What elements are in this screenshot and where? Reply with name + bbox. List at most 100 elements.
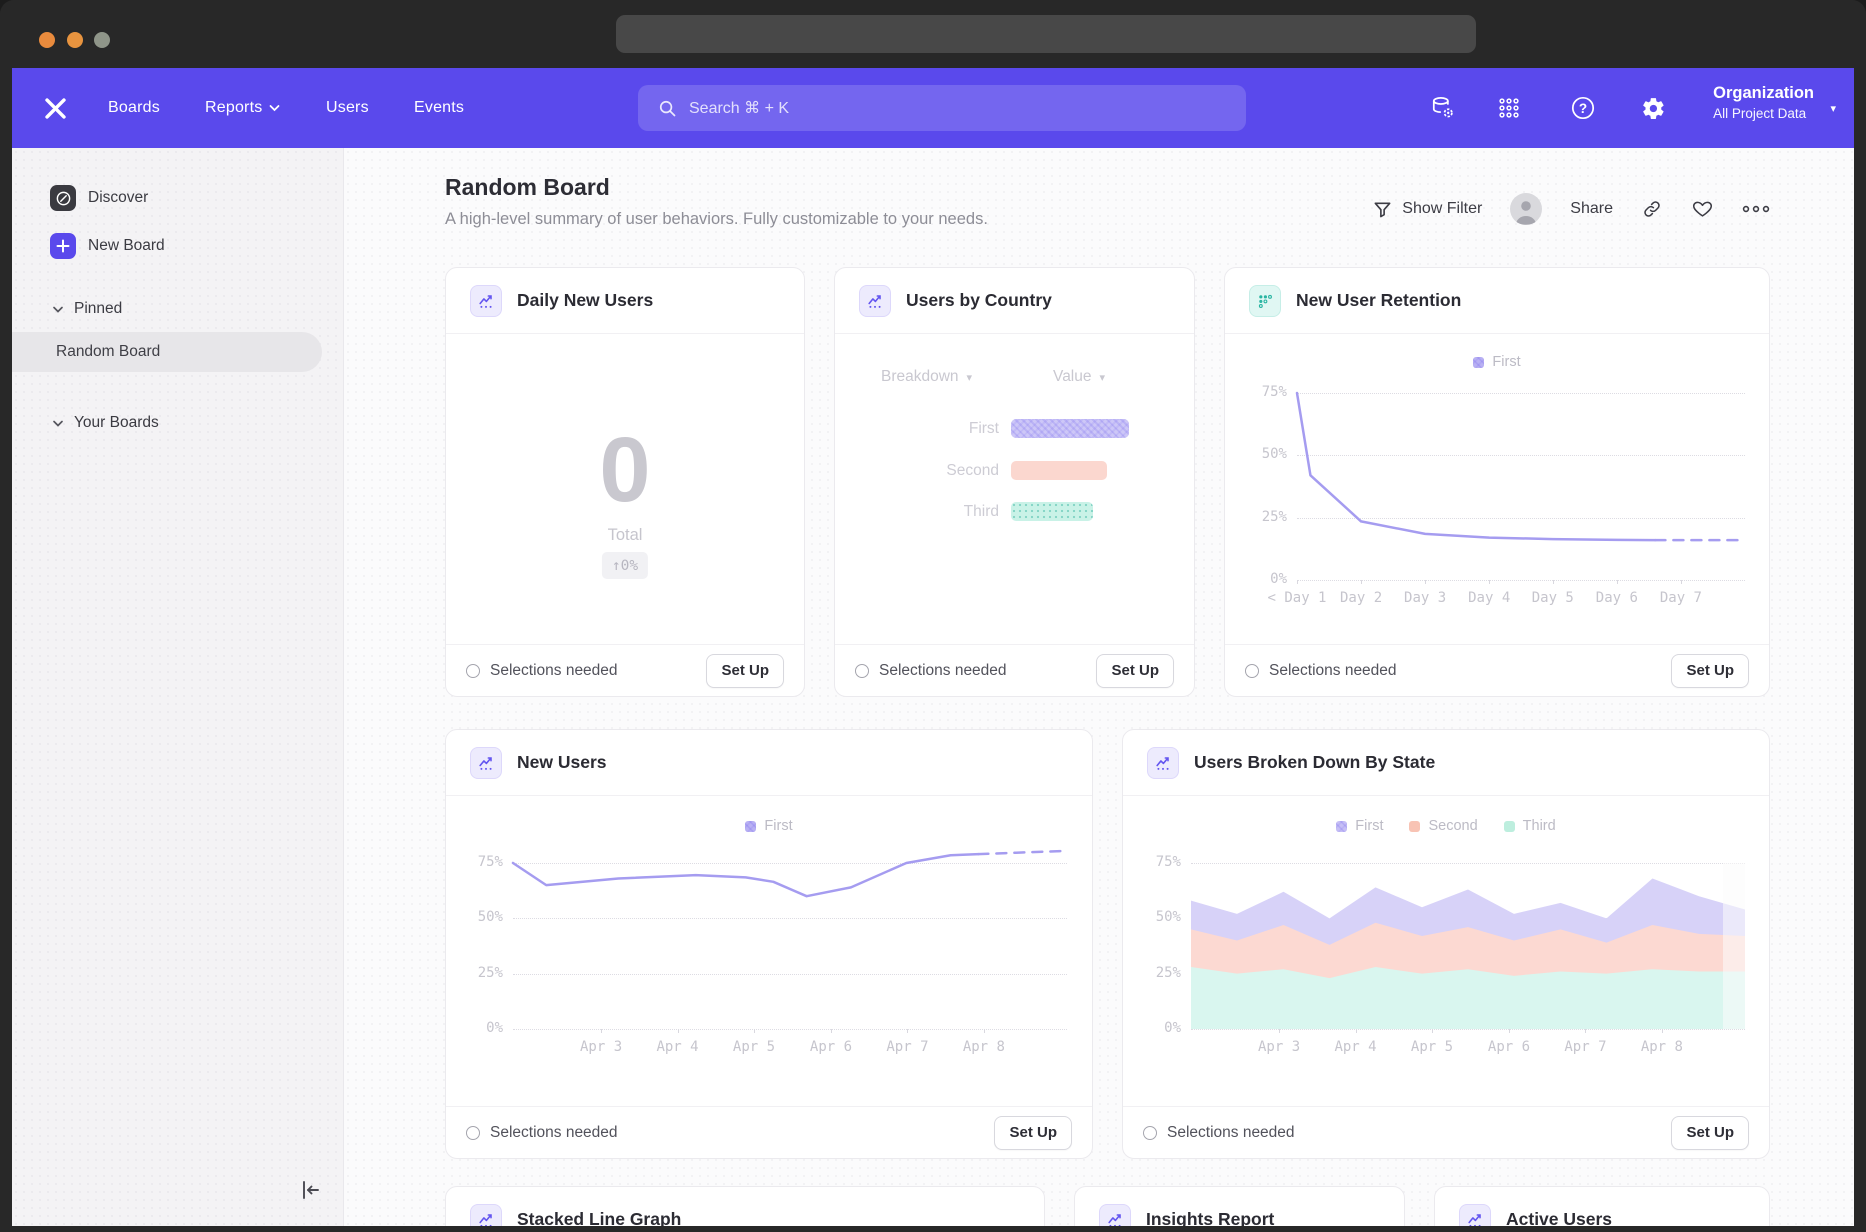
show-filter-label: Show Filter	[1402, 200, 1482, 218]
collapse-sidebar-icon[interactable]	[292, 1172, 328, 1208]
selections-needed-status: Selections needed	[1143, 1124, 1295, 1142]
line-chart-svg	[1297, 393, 1745, 580]
nav-item-boards[interactable]: Boards	[108, 68, 160, 148]
chevron-down-icon	[52, 305, 64, 314]
x-axis-tick-label: Apr 8	[1617, 1039, 1707, 1055]
plot: 75%50%25%0%< Day 1Day 2Day 3Day 4Day 5Da…	[1297, 393, 1745, 580]
x-axis-tick-mark	[1662, 1029, 1663, 1033]
y-axis-tick-label: 50%	[447, 909, 503, 925]
legend-item: First	[1336, 818, 1383, 834]
address-bar[interactable]	[616, 15, 1476, 53]
legend-swatch	[1504, 821, 1515, 832]
set-up-button[interactable]: Set Up	[1096, 654, 1174, 688]
set-up-button[interactable]: Set Up	[706, 654, 784, 688]
sidebar-item-random-board[interactable]: Random Board	[12, 332, 322, 372]
x-axis-tick-mark	[1361, 580, 1362, 584]
more-options-icon[interactable]	[1742, 204, 1770, 214]
set-up-button[interactable]: Set Up	[1671, 1116, 1749, 1150]
y-axis-tick-label: 0%	[1125, 1020, 1181, 1036]
radio-circle-icon	[466, 1126, 480, 1140]
legend-swatch	[1473, 357, 1484, 368]
settings-gear-icon[interactable]	[1637, 92, 1669, 124]
share-label: Share	[1570, 200, 1613, 218]
x-axis-tick-mark	[907, 1029, 908, 1033]
card-header: New Users	[446, 730, 1092, 796]
gridline	[1297, 580, 1745, 581]
avatar[interactable]	[1510, 193, 1542, 225]
legend-swatch	[1409, 821, 1420, 832]
status-label: Selections needed	[879, 662, 1007, 680]
metric-big-value: 0	[446, 424, 804, 516]
org-switcher[interactable]: Organization All Project Data	[1713, 82, 1814, 121]
y-axis-tick-label: 75%	[447, 854, 503, 870]
value-dropdown[interactable]: Value▾	[1053, 368, 1105, 386]
line-chart-icon	[470, 747, 502, 779]
y-axis-tick-label: 0%	[447, 1020, 503, 1036]
mixpanel-logo[interactable]	[42, 68, 69, 148]
window-zoom-button[interactable]	[94, 32, 110, 48]
apps-grid-icon[interactable]	[1493, 92, 1525, 124]
line-chart-icon	[470, 285, 502, 317]
nav-item-users[interactable]: Users	[326, 68, 369, 148]
sidebar: Discover New Board Pinned Random Board Y…	[12, 148, 344, 1226]
card-footer: Selections needed Set Up	[446, 1106, 1092, 1158]
copy-link-icon[interactable]	[1641, 198, 1663, 220]
country-bar	[1011, 419, 1129, 438]
share-button[interactable]: Share	[1570, 200, 1613, 218]
search-input[interactable]: Search ⌘ + K	[638, 85, 1246, 131]
bar-label: Third	[835, 503, 999, 521]
card-header: Daily New Users	[446, 268, 804, 334]
x-axis-tick-mark	[1356, 1029, 1357, 1033]
card-title: Insights Report	[1146, 1209, 1274, 1226]
top-navbar: Boards Reports Users Events Search ⌘ + K	[12, 68, 1854, 148]
org-scope: All Project Data	[1713, 106, 1814, 121]
dropdown-label: Value	[1053, 368, 1092, 386]
legend-item: First	[1473, 354, 1520, 370]
sidebar-section-your-boards[interactable]: Your Boards	[52, 414, 159, 432]
card-daily-new-users: Daily New Users 0 Total ↑0% Selections n…	[445, 267, 805, 697]
favorite-heart-icon[interactable]	[1691, 198, 1714, 220]
caret-down-icon: ▾	[967, 371, 973, 384]
window-close-button[interactable]	[39, 32, 55, 48]
sidebar-section-label: Your Boards	[74, 414, 159, 432]
line-chart-svg	[513, 863, 1067, 1029]
card-header: New User Retention	[1225, 268, 1769, 334]
radio-circle-icon	[855, 664, 869, 678]
breakdown-dropdown[interactable]: Breakdown▾	[881, 368, 972, 386]
page-title: Random Board	[445, 174, 610, 201]
chart-legend: First	[446, 818, 1092, 834]
legend-label: First	[1492, 354, 1520, 370]
legend-label: First	[1355, 818, 1383, 834]
set-up-button[interactable]: Set Up	[994, 1116, 1072, 1150]
line-chart-icon	[859, 285, 891, 317]
sidebar-item-discover[interactable]: Discover	[12, 178, 343, 218]
legend-swatch	[1336, 821, 1347, 832]
card-footer: Selections needed Set Up	[1225, 644, 1769, 696]
status-label: Selections needed	[490, 662, 618, 680]
line-chart-icon	[1147, 747, 1179, 779]
line-chart-icon	[1459, 1204, 1491, 1227]
chevron-down-icon	[52, 419, 64, 428]
data-management-icon[interactable]	[1427, 92, 1459, 124]
nav-item-events[interactable]: Events	[414, 68, 464, 148]
chevron-down-icon: ▾	[1830, 102, 1836, 115]
x-axis-tick-mark	[1432, 1029, 1433, 1033]
app-viewport: Boards Reports Users Events Search ⌘ + K	[12, 68, 1854, 1226]
window-minimize-button[interactable]	[67, 32, 83, 48]
status-label: Selections needed	[1269, 662, 1397, 680]
card-title: New User Retention	[1296, 290, 1461, 311]
sidebar-section-pinned[interactable]: Pinned	[52, 300, 122, 318]
sidebar-item-new-board[interactable]: New Board	[12, 226, 343, 266]
board-content: Random Board A high-level summary of use…	[344, 148, 1854, 1226]
x-axis-tick-mark	[1585, 1029, 1586, 1033]
legend-item: First	[745, 818, 792, 834]
selections-needed-status: Selections needed	[466, 1124, 618, 1142]
chart-legend: FirstSecondThird	[1123, 818, 1769, 834]
status-label: Selections needed	[490, 1124, 618, 1142]
card-title: Active Users	[1506, 1209, 1612, 1226]
nav-item-reports[interactable]: Reports	[205, 68, 280, 148]
set-up-button[interactable]: Set Up	[1671, 654, 1749, 688]
help-icon[interactable]: ?	[1567, 92, 1599, 124]
show-filter-button[interactable]: Show Filter	[1372, 199, 1482, 220]
area-chart-svg	[1191, 863, 1745, 1029]
